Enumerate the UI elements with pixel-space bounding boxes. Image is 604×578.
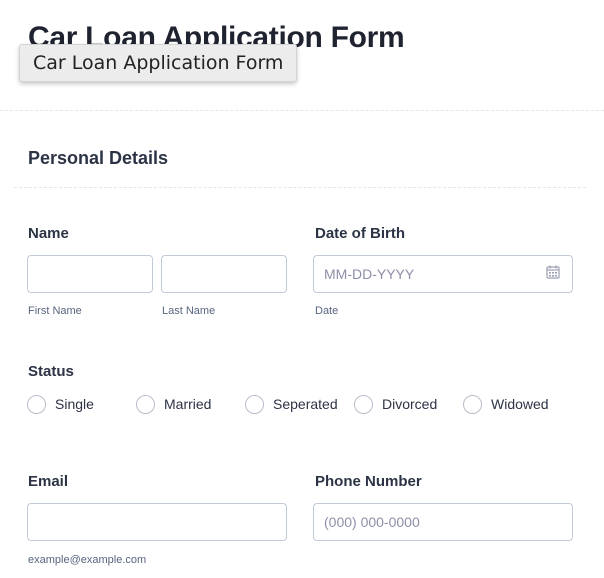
name-label: Name xyxy=(28,225,69,242)
status-option-widowed[interactable]: Widowed xyxy=(463,393,549,415)
header-divider xyxy=(0,110,604,111)
last-name-sublabel: Last Name xyxy=(162,305,216,317)
first-name-sublabel: First Name xyxy=(28,305,82,317)
email-input[interactable] xyxy=(27,503,287,541)
status-option-divorced[interactable]: Divorced xyxy=(354,393,437,415)
status-label: Status xyxy=(28,363,74,380)
calendar-icon[interactable] xyxy=(546,265,560,279)
radio-label: Seperated xyxy=(273,396,338,412)
email-sublabel: example@example.com xyxy=(28,554,147,566)
radio-button[interactable] xyxy=(463,394,482,414)
radio-button[interactable] xyxy=(354,394,373,414)
status-option-married[interactable]: Married xyxy=(136,393,211,415)
radio-button[interactable] xyxy=(27,394,46,414)
date-sublabel: Date xyxy=(315,305,339,317)
radio-label: Married xyxy=(164,396,212,412)
section-divider xyxy=(14,187,586,188)
radio-label: Divorced xyxy=(382,396,438,412)
last-name-input[interactable] xyxy=(161,255,287,293)
date-of-birth-label: Date of Birth xyxy=(315,225,405,242)
radio-button[interactable] xyxy=(136,394,155,414)
radio-label: Single xyxy=(55,396,94,412)
status-option-single[interactable]: Single xyxy=(27,393,94,415)
section-title: Personal Details xyxy=(28,148,169,168)
date-of-birth-input[interactable] xyxy=(313,255,573,293)
phone-number-label: Phone Number xyxy=(315,473,422,490)
title-tooltip: Car Loan Application Form xyxy=(19,44,298,82)
status-option-seperated[interactable]: Seperated xyxy=(245,393,338,415)
email-label: Email xyxy=(28,473,69,490)
form-page: Car Loan Application Form Car Loan Appli… xyxy=(0,0,604,578)
first-name-input[interactable] xyxy=(27,255,153,293)
phone-number-input[interactable] xyxy=(313,503,573,541)
radio-button[interactable] xyxy=(245,394,264,414)
radio-label: Widowed xyxy=(491,396,549,412)
